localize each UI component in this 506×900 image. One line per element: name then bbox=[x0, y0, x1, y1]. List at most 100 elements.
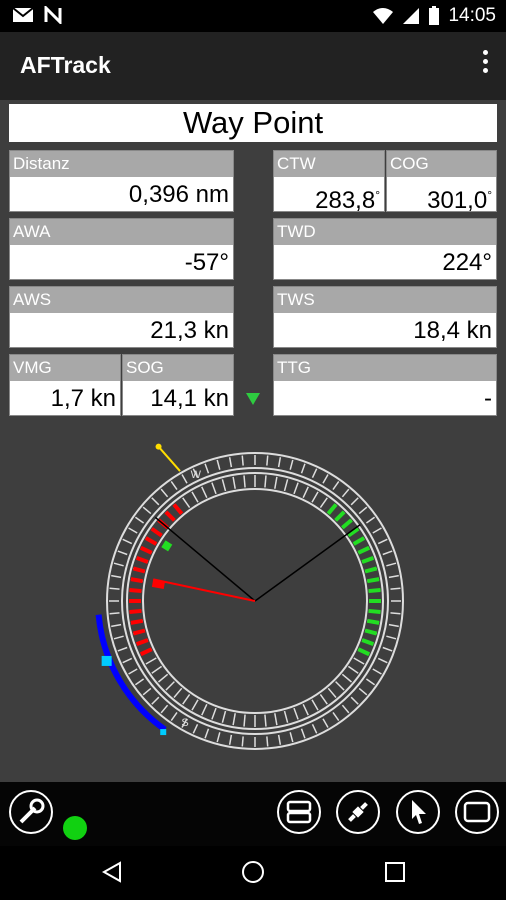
port-sector-mark bbox=[150, 527, 163, 538]
compass-tick bbox=[388, 574, 399, 579]
compass-inner-tick bbox=[145, 657, 157, 665]
recents-icon[interactable] bbox=[384, 861, 406, 883]
starboard-sector-mark bbox=[364, 566, 378, 574]
port-sector-mark bbox=[135, 556, 149, 564]
compass-tick bbox=[377, 538, 388, 545]
port-sector-mark bbox=[130, 577, 144, 584]
cursor-button[interactable] bbox=[396, 790, 440, 834]
sog-label: SOG bbox=[123, 355, 233, 381]
awa-value: -57° bbox=[184, 249, 229, 276]
compass-tick bbox=[277, 457, 282, 468]
vmg-label: VMG bbox=[10, 355, 120, 381]
compass-tick bbox=[134, 678, 145, 686]
twd-box: TWD 224° bbox=[273, 218, 497, 280]
compass-inner-tick bbox=[173, 687, 183, 699]
compass-inner-tick bbox=[221, 710, 227, 723]
compass-tick bbox=[390, 587, 401, 590]
compass-inner-tick bbox=[201, 704, 208, 716]
starboard-sector-mark bbox=[361, 556, 375, 564]
compass-tick bbox=[216, 459, 221, 470]
starboard-sector-mark bbox=[326, 503, 338, 515]
cursor-icon bbox=[412, 800, 426, 824]
compass-tick bbox=[311, 723, 318, 734]
status-time: 14:05 bbox=[448, 5, 496, 26]
wrench-icon bbox=[19, 798, 45, 824]
compass-tick bbox=[266, 736, 269, 747]
sog-box: SOG 14,1 kn bbox=[122, 354, 234, 416]
compass-inner-tick bbox=[211, 482, 217, 495]
distanz-value: 0,396 nm bbox=[128, 181, 229, 208]
compass-inner-tick bbox=[201, 486, 208, 498]
starboard-sector-mark bbox=[361, 638, 375, 646]
status-bar: 14:05 bbox=[0, 0, 506, 32]
compass-tick bbox=[142, 687, 152, 696]
ttg-box: TTG - bbox=[273, 354, 497, 416]
compass-inner-tick bbox=[341, 673, 353, 683]
compass-tick bbox=[241, 455, 244, 466]
compass-tick bbox=[341, 488, 350, 498]
compass-tick bbox=[122, 538, 133, 545]
sog-value: 14,1 kn bbox=[150, 385, 229, 412]
port-sector-mark bbox=[132, 628, 146, 636]
ctw-label: CTW bbox=[274, 151, 384, 177]
compass-inner-tick bbox=[283, 479, 289, 492]
compass-tick bbox=[332, 480, 340, 491]
starboard-sector-mark bbox=[357, 647, 371, 657]
screen-button[interactable] bbox=[455, 790, 499, 834]
port-sector-mark bbox=[132, 566, 146, 574]
port-marker bbox=[151, 579, 166, 589]
twd-value: 224° bbox=[442, 249, 492, 276]
compass-inner-tick bbox=[165, 681, 175, 691]
starboard-sector-mark bbox=[357, 545, 371, 555]
compass-inner-tick bbox=[191, 491, 199, 503]
screen-icon bbox=[463, 801, 491, 823]
compass-tick bbox=[117, 550, 128, 556]
compass-tick bbox=[382, 550, 393, 556]
compass-inner-tick bbox=[274, 713, 278, 726]
aws-value: 21,3 kn bbox=[150, 317, 229, 344]
starboard-sector-mark bbox=[352, 536, 366, 546]
compass-tick bbox=[160, 704, 169, 714]
settings-button[interactable] bbox=[9, 790, 53, 834]
home-icon[interactable] bbox=[241, 860, 265, 884]
compass-tick bbox=[181, 474, 188, 484]
vmg-box: VMG 1,7 kn bbox=[9, 354, 121, 416]
app-title: AFTrack bbox=[20, 52, 111, 78]
compass-tick bbox=[350, 497, 359, 506]
compass-tick bbox=[277, 734, 282, 745]
wifi-icon bbox=[373, 8, 394, 24]
compass-inner-tick bbox=[243, 475, 246, 488]
compass-tick bbox=[377, 657, 388, 664]
waypoint-header: Way Point bbox=[9, 104, 497, 142]
layline-port bbox=[154, 516, 256, 602]
compass-tick bbox=[365, 516, 376, 524]
back-icon[interactable] bbox=[100, 860, 124, 884]
compass-inner-tick bbox=[293, 707, 299, 720]
compass-inner-tick bbox=[319, 693, 328, 705]
compass-tick bbox=[111, 574, 122, 579]
satellite-button[interactable] bbox=[336, 790, 380, 834]
compass-tick bbox=[289, 732, 294, 743]
compass-inner-tick bbox=[232, 713, 236, 726]
compass-tick bbox=[358, 687, 368, 696]
compass-tick bbox=[204, 463, 210, 474]
compass-tick bbox=[192, 723, 199, 734]
compass-inner-tick bbox=[232, 476, 236, 489]
overflow-menu-icon[interactable] bbox=[480, 50, 490, 80]
compass-tick bbox=[128, 668, 138, 675]
cog-box: COG 301,0° bbox=[386, 150, 497, 214]
cog-label: COG bbox=[387, 151, 496, 177]
compass-tick bbox=[311, 468, 318, 479]
compass-tick bbox=[266, 455, 269, 466]
port-sector-mark bbox=[144, 536, 158, 546]
tws-value: 18,4 kn bbox=[413, 317, 492, 344]
layout-button[interactable] bbox=[277, 790, 321, 834]
compass-tick bbox=[113, 562, 124, 567]
aws-box: AWS 21,3 kn bbox=[9, 286, 234, 348]
cyan-marker-small bbox=[160, 729, 167, 736]
gps-status-indicator bbox=[63, 816, 87, 840]
starboard-sector-mark bbox=[366, 577, 380, 584]
compass-inner-tick bbox=[151, 665, 163, 674]
port-sector-mark bbox=[139, 545, 153, 555]
cog-unit: ° bbox=[487, 188, 492, 202]
